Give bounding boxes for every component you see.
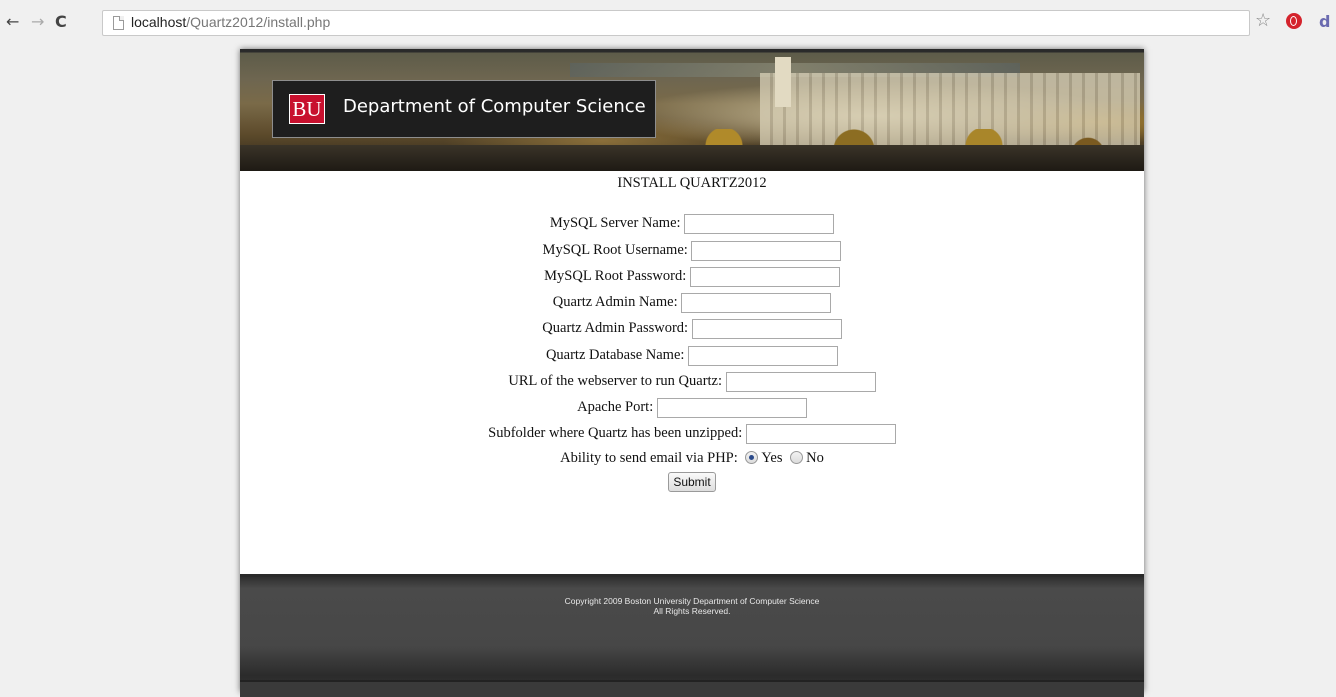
form-row-submit: Submit	[240, 470, 1144, 492]
apache-port-input[interactable]	[656, 397, 807, 418]
department-name: Department of Computer Science	[343, 96, 646, 117]
page-container: BU Department of Computer Science INSTAL…	[240, 49, 1144, 697]
form-row-webserver-url: URL of the webserver to run Quartz:	[240, 370, 1144, 392]
header-banner: BU Department of Computer Science	[240, 49, 1144, 171]
field-label: MySQL Server Name:	[549, 215, 681, 231]
url-text: localhost/Quartz2012/install.php	[131, 14, 330, 30]
submit-button[interactable]: Submit	[668, 471, 716, 492]
form-row-root-password: MySQL Root Password:	[240, 265, 1144, 287]
mysql-root-username-input[interactable]	[691, 240, 842, 261]
browser-toolbar: ← → C localhost/Quartz2012/install.php ☆…	[0, 0, 1336, 49]
form-row-apache-port: Apache Port:	[240, 396, 1144, 418]
copyright-line: Copyright 2009 Boston University Departm…	[564, 596, 820, 606]
install-form: INSTALL QUARTZ2012 MySQL Server Name: My…	[240, 171, 1144, 574]
form-row-subfolder: Subfolder where Quartz has been unzipped…	[240, 422, 1144, 444]
field-label: MySQL Root Password:	[544, 268, 687, 284]
arrow-left-icon[interactable]: ←	[6, 12, 19, 31]
url-path: /Quartz2012/install.php	[186, 14, 331, 30]
field-label: MySQL Root Username:	[542, 242, 688, 258]
rights-line: All Rights Reserved.	[653, 606, 731, 616]
field-label: Subfolder where Quartz has been unzipped…	[488, 425, 743, 441]
page-title: INSTALL QUARTZ2012	[617, 175, 767, 191]
quartz-admin-password-input[interactable]	[691, 318, 842, 339]
form-row-server-name: MySQL Server Name:	[240, 212, 1144, 234]
form-row-admin-password: Quartz Admin Password:	[240, 317, 1144, 339]
extension-icon[interactable]	[1286, 13, 1302, 29]
department-logo[interactable]: BU Department of Computer Science	[272, 80, 656, 138]
subfolder-input[interactable]	[745, 423, 896, 444]
field-label: Apache Port:	[577, 399, 654, 415]
email-label: Ability to send email via PHP:	[560, 450, 738, 466]
field-label: Quartz Database Name:	[545, 347, 685, 363]
form-row-email: Ability to send email via PHP: Yes No	[240, 447, 1144, 469]
field-label: Quartz Admin Password:	[542, 320, 689, 336]
quartz-database-name-input[interactable]	[688, 345, 839, 366]
email-no-label[interactable]: No	[806, 450, 824, 466]
form-row-admin-name: Quartz Admin Name:	[240, 291, 1144, 313]
email-yes-radio[interactable]	[745, 451, 759, 465]
field-label: URL of the webserver to run Quartz:	[508, 373, 723, 389]
email-yes-label[interactable]: Yes	[761, 450, 782, 466]
footer-bar	[240, 680, 1144, 697]
address-bar[interactable]: localhost/Quartz2012/install.php	[102, 10, 1250, 36]
page-footer: Copyright 2009 Boston University Departm…	[240, 574, 1144, 697]
banner-road	[240, 145, 1144, 171]
banner-tower	[775, 57, 791, 107]
mysql-root-password-input[interactable]	[689, 266, 840, 287]
form-row-root-username: MySQL Root Username:	[240, 239, 1144, 261]
arrow-right-icon[interactable]: →	[31, 12, 44, 31]
copyright-text: Copyright 2009 Boston University Departm…	[240, 596, 1144, 616]
bu-logo: BU	[289, 94, 325, 124]
quartz-admin-name-input[interactable]	[681, 292, 832, 313]
menu-icon[interactable]: d	[1319, 12, 1330, 31]
page-icon	[113, 16, 124, 30]
bookmark-star-icon[interactable]: ☆	[1255, 10, 1271, 31]
mysql-server-name-input[interactable]	[684, 213, 835, 234]
url-host: localhost	[131, 14, 187, 30]
webserver-url-input[interactable]	[725, 371, 876, 392]
email-no-radio[interactable]	[790, 451, 804, 465]
reload-icon[interactable]: C	[55, 12, 67, 31]
form-row-database-name: Quartz Database Name:	[240, 344, 1144, 366]
field-label: Quartz Admin Name:	[552, 294, 678, 310]
